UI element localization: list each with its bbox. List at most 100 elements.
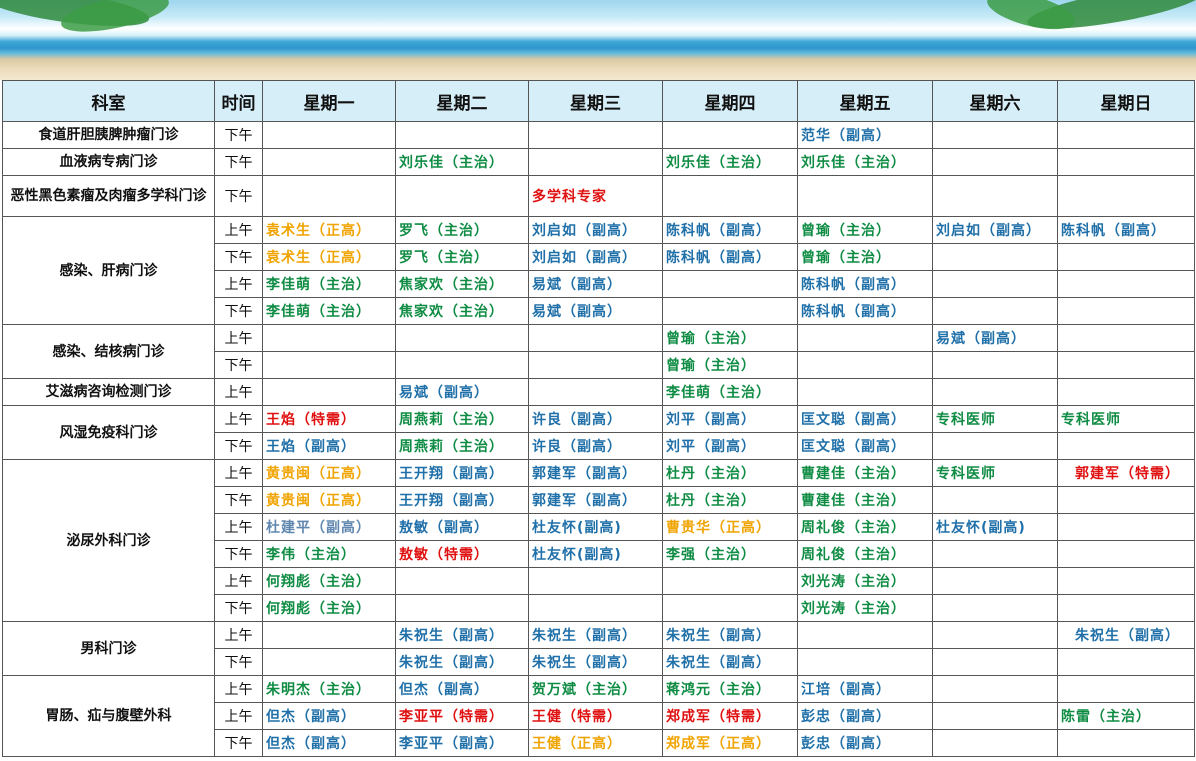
doctor-cell: 周燕莉（主治）: [395, 432, 529, 460]
doctor-cell: 朱祝生（副高）: [528, 621, 663, 649]
doctor-cell: [262, 148, 396, 176]
doctor-cell: 焦家欢（主治）: [395, 297, 529, 325]
doctor-cell: 杜友怀(副高): [932, 513, 1058, 541]
table-row: 感染、肝病门诊 上午 袁术生（正高） 罗飞（主治） 刘启如（副高） 陈科帆（副高） 曾瑜（主…: [2, 216, 1195, 325]
session-time-cell: 上午: [214, 567, 263, 595]
session-time-cell: 上午: [214, 459, 263, 487]
doctor-cell: 焦家欢（主治）: [395, 270, 529, 298]
doctor-cell: 陈科帆（副高）: [662, 216, 798, 244]
doctor-cell: [797, 621, 933, 649]
doctor-cell: [932, 297, 1058, 325]
table-row: 感染、结核病门诊 上午 曾瑜（主治） 易斌（副高）: [2, 324, 1195, 379]
session-time-cell: 上午: [214, 270, 263, 298]
doctor-cell: [1057, 567, 1195, 595]
doctor-cell: [932, 702, 1058, 730]
doctor-cell: 王开翔（副高）: [395, 459, 529, 487]
table-row: 男科门诊 上午 朱祝生（副高） 朱祝生（副高） 朱祝生（副高） 朱祝生（副高）: [2, 621, 1195, 676]
doctor-cell: 王焰（副高）: [262, 432, 396, 460]
doctor-cell: [932, 351, 1058, 379]
doctor-cell: 刘平（副高）: [662, 432, 798, 460]
doctor-cell: 何翔彪（主治）: [262, 594, 396, 622]
doctor-cell: [662, 270, 798, 298]
doctor-cell: 曾瑜（主治）: [662, 351, 798, 379]
doctor-cell: [1057, 729, 1195, 757]
session-time-cell: 下午: [214, 175, 263, 217]
doctor-cell: [395, 121, 529, 149]
doctor-cell: [1057, 148, 1195, 176]
doctor-cell: [797, 175, 933, 217]
table-row: 泌尿外科门诊 上午 黄贵闽（正高） 王开翔（副高） 郭建军（副高） 杜丹（主治） 曹建佳（主…: [2, 459, 1195, 622]
doctor-cell: [395, 175, 529, 217]
doctor-cell: 刘启如（副高）: [932, 216, 1058, 244]
doctor-cell: [262, 121, 396, 149]
doctor-cell: 杜建平（副高）: [262, 513, 396, 541]
doctor-cell: [932, 243, 1058, 271]
department-cell: 感染、结核病门诊: [2, 324, 215, 379]
beach-banner: [0, 0, 1196, 80]
session-time-cell: 上午: [214, 405, 263, 433]
doctor-cell: 多学科专家: [528, 175, 663, 217]
doctor-cell: [932, 270, 1058, 298]
doctor-cell: 范华（副高）: [797, 121, 933, 149]
doctor-cell: [262, 175, 396, 217]
doctor-cell: 江培（副高）: [797, 675, 933, 703]
doctor-cell: 曹建佳（主治）: [797, 486, 933, 514]
doctor-cell: 曹贵华（正高）: [662, 513, 798, 541]
doctor-cell: 匡文聪（副高）: [797, 432, 933, 460]
doctor-cell: 易斌（副高）: [395, 378, 529, 406]
doctor-cell: [1057, 351, 1195, 379]
doctor-cell: [1057, 432, 1195, 460]
header-time: 时间: [214, 80, 263, 122]
department-cell: 感染、肝病门诊: [2, 216, 215, 325]
doctor-cell: [1057, 121, 1195, 149]
doctor-cell: 彭忠（副高）: [797, 729, 933, 757]
session-time-cell: 上午: [214, 513, 263, 541]
header-wednesday: 星期三: [528, 80, 663, 122]
doctor-cell: [662, 567, 798, 595]
doctor-cell: 杜丹（主治）: [662, 459, 798, 487]
doctor-cell: 朱明杰（主治）: [262, 675, 396, 703]
department-cell: 血液病专病门诊: [2, 148, 215, 176]
doctor-cell: 李佳萌（主治）: [262, 270, 396, 298]
doctor-cell: 朱祝生（副高）: [528, 648, 663, 676]
doctor-cell: 朱祝生（副高）: [662, 648, 798, 676]
table-row: 艾滋病咨询检测门诊 上午 易斌（副高） 李佳萌（主治）: [2, 378, 1195, 406]
doctor-cell: [1057, 513, 1195, 541]
doctor-cell: 刘乐佳（主治）: [662, 148, 798, 176]
doctor-cell: 曾瑜（主治）: [662, 324, 798, 352]
doctor-cell: 许良（副高）: [528, 432, 663, 460]
doctor-cell: 陈科帆（副高）: [1057, 216, 1195, 244]
session-time-cell: 上午: [214, 324, 263, 352]
doctor-cell: [262, 351, 396, 379]
doctor-cell: 袁术生（正高）: [262, 216, 396, 244]
doctor-cell: 刘光涛（主治）: [797, 594, 933, 622]
doctor-cell: [262, 324, 396, 352]
doctor-cell: [528, 567, 663, 595]
department-cell: 艾滋病咨询检测门诊: [2, 378, 215, 406]
doctor-cell: 陈科帆（副高）: [797, 270, 933, 298]
doctor-cell: 刘乐佳（主治）: [797, 148, 933, 176]
department-cell: 食道肝胆胰脾肿瘤门诊: [2, 121, 215, 149]
doctor-cell: 易斌（副高）: [528, 270, 663, 298]
doctor-cell: [932, 648, 1058, 676]
doctor-cell: 郭建军（特需）: [1057, 459, 1195, 487]
table-row: 恶性黑色素瘤及肉瘤多学科门诊 下午 多学科专家: [2, 175, 1195, 217]
session-time-cell: 下午: [214, 297, 263, 325]
doctor-cell: 郭建军（副高）: [528, 486, 663, 514]
doctor-cell: 刘乐佳（主治）: [395, 148, 529, 176]
doctor-cell: 匡文聪（副高）: [797, 405, 933, 433]
doctor-cell: 蒋鸿元（主治）: [662, 675, 798, 703]
doctor-cell: [932, 621, 1058, 649]
doctor-cell: 但杰（副高）: [395, 675, 529, 703]
doctor-cell: [932, 432, 1058, 460]
doctor-cell: [395, 351, 529, 379]
session-time-cell: 上午: [214, 621, 263, 649]
doctor-cell: 敖敏（副高）: [395, 513, 529, 541]
doctor-cell: 杜友怀(副高): [528, 540, 663, 568]
doctor-cell: 郭建军（副高）: [528, 459, 663, 487]
session-time-cell: 下午: [214, 243, 263, 271]
doctor-cell: [395, 324, 529, 352]
doctor-cell: 易斌（副高）: [932, 324, 1058, 352]
doctor-cell: 彭忠（副高）: [797, 702, 933, 730]
session-time-cell: 下午: [214, 594, 263, 622]
